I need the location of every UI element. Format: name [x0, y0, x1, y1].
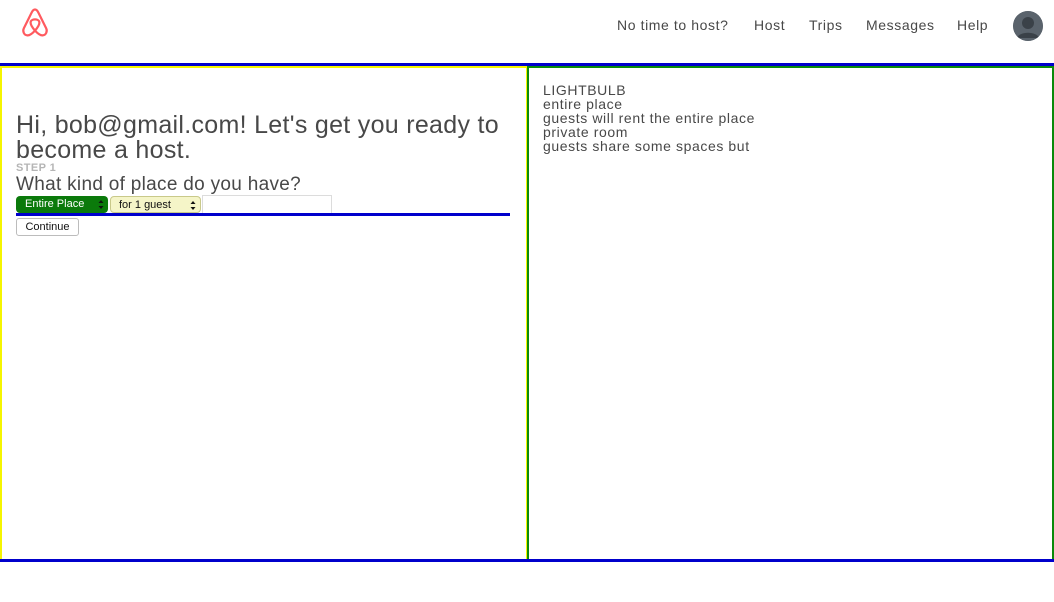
- page-title: Hi, bob@gmail.com! Let's get you ready t…: [16, 111, 499, 164]
- tips-heading: LIGHTBULB: [543, 82, 627, 98]
- place-question: What kind of place do you have?: [16, 174, 301, 195]
- airbnb-logo-icon[interactable]: [19, 7, 51, 39]
- bottom-divider: [0, 559, 1054, 562]
- nav-help[interactable]: Help: [957, 17, 988, 33]
- select-arrows-icon: [98, 200, 104, 209]
- nav-no-time-to-host[interactable]: No time to host?: [617, 17, 729, 33]
- continue-button[interactable]: Continue: [16, 218, 79, 236]
- nav-host[interactable]: Host: [754, 17, 785, 33]
- select-arrows-icon: [190, 201, 196, 210]
- city-input[interactable]: [202, 195, 332, 214]
- form-divider: [16, 213, 510, 216]
- tips-line: private room: [543, 124, 629, 140]
- tips-line: entire place: [543, 96, 623, 112]
- guest-count-value: for 1 guest: [119, 199, 171, 211]
- place-type-select[interactable]: Entire Place: [16, 196, 108, 213]
- top-header: No time to host? Host Trips Messages Hel…: [0, 0, 1054, 63]
- tips-line: guests will rent the entire place: [543, 110, 756, 126]
- user-avatar-icon[interactable]: [1013, 11, 1043, 41]
- nav-messages[interactable]: Messages: [866, 17, 935, 33]
- guest-count-select[interactable]: for 1 guest: [110, 196, 201, 213]
- nav-trips[interactable]: Trips: [809, 17, 843, 33]
- place-type-value: Entire Place: [25, 198, 85, 210]
- tips-line: guests share some spaces but: [543, 138, 750, 154]
- tips-text: LIGHTBULB entire place guests will rent …: [543, 83, 755, 153]
- step-label: STEP 1: [16, 162, 57, 174]
